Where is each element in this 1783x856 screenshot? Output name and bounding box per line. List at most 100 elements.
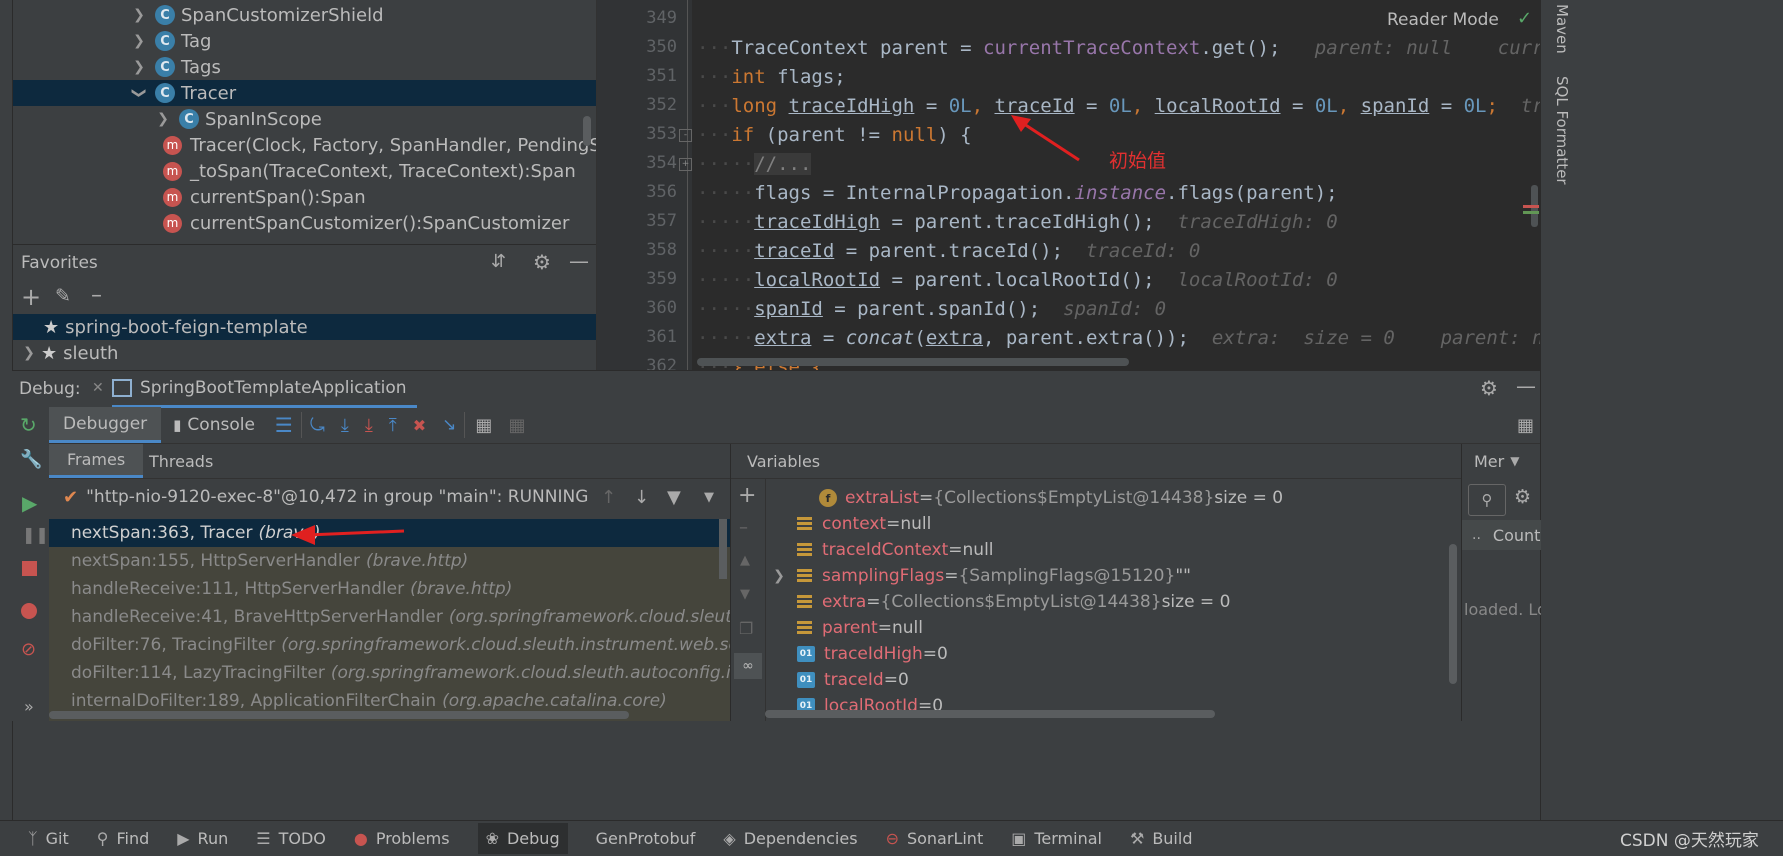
stop-icon[interactable]: [22, 561, 37, 576]
sql-formatter-tab[interactable]: SQL Formatter: [1553, 76, 1571, 185]
favorite-item[interactable]: ❯ ★ sleuth: [13, 340, 596, 366]
tool-dependencies[interactable]: ◈ Dependencies: [723, 829, 857, 848]
run-to-cursor-icon[interactable]: ↘: [434, 415, 464, 435]
evaluate-expression-icon[interactable]: ▦: [465, 415, 502, 436]
gear-icon[interactable]: ⚙: [1514, 486, 1531, 508]
variable-row[interactable]: context = null: [797, 511, 931, 537]
tree-item-currentspancustomizer[interactable]: m currentSpanCustomizer():SpanCustomizer: [13, 210, 596, 236]
frame-row[interactable]: nextSpan:155, HttpServerHandler (brave.ht…: [49, 547, 468, 575]
glasses-icon[interactable]: ∞: [734, 653, 762, 679]
variable-row[interactable]: 01 traceIdHigh = 0: [797, 641, 948, 667]
maven-tab[interactable]: Maven: [1553, 4, 1571, 54]
chevron-right-icon[interactable]: ❯: [131, 33, 147, 49]
reader-mode-button[interactable]: Reader Mode: [1387, 10, 1499, 30]
variable-row[interactable]: extra = {Collections$EmptyList@14438} si…: [797, 589, 1230, 615]
tool-git[interactable]: ᛉ Git: [28, 829, 69, 848]
tree-item-spancustomizershield[interactable]: ❯ C SpanCustomizerShield: [13, 2, 596, 28]
tool-find[interactable]: ⚲ Find: [97, 829, 150, 848]
chevron-right-icon[interactable]: ❯: [131, 59, 147, 75]
variables-scrollbar[interactable]: [1449, 544, 1457, 684]
collapse-all-icon[interactable]: ⇵: [491, 251, 506, 272]
add-watch-icon[interactable]: +: [738, 483, 756, 508]
variables-hscrollbar[interactable]: [765, 710, 1215, 718]
tool-problems[interactable]: ● Problems: [354, 829, 450, 848]
gear-icon[interactable]: ⚙: [1480, 376, 1498, 400]
variable-row[interactable]: parent = null: [797, 615, 923, 641]
tree-scrollbar[interactable]: [583, 116, 591, 146]
tree-item-tags[interactable]: ❯ C Tags: [13, 54, 596, 80]
minimize-icon[interactable]: —: [569, 249, 589, 273]
view-breakpoints-icon[interactable]: [21, 603, 37, 619]
move-down-icon[interactable]: ▼: [740, 587, 750, 602]
chevron-right-icon[interactable]: ❯: [771, 568, 787, 584]
tree-item-spaninscope[interactable]: ❯ C SpanInScope: [13, 106, 596, 132]
close-tab-icon[interactable]: ✕: [92, 380, 104, 396]
tab-console[interactable]: ▮ Console: [161, 415, 267, 435]
frame-row[interactable]: handleReceive:41, BraveHttpServerHandler…: [49, 603, 730, 631]
tool-run[interactable]: ▶ Run: [177, 829, 228, 848]
layout-icon[interactable]: ☰: [267, 413, 301, 437]
filter-icon[interactable]: ▼: [667, 487, 681, 508]
code-editor[interactable]: 349 350 351 352 353 354 356 357 358 359 …: [596, 0, 1541, 370]
tree-item-tag[interactable]: ❯ C Tag: [13, 28, 596, 54]
tree-item-tracer-constructor[interactable]: m Tracer(Clock, Factory, SpanHandler, Pe…: [13, 132, 596, 158]
tab-frames[interactable]: Frames: [49, 444, 144, 478]
arrow-up-icon[interactable]: ↑: [601, 487, 616, 508]
tree-item-currentspan[interactable]: m currentSpan():Span: [13, 184, 596, 210]
chevron-down-icon[interactable]: ❯: [131, 85, 147, 101]
chevron-right-icon[interactable]: ❯: [155, 111, 171, 127]
tab-threads[interactable]: Threads: [149, 444, 213, 478]
edit-icon[interactable]: ✎: [55, 285, 71, 307]
trace-icon[interactable]: ▦: [502, 415, 531, 436]
memory-search-box[interactable]: ⚲: [1468, 484, 1506, 516]
frames-hscrollbar[interactable]: [49, 711, 629, 719]
remove-icon[interactable]: –: [91, 283, 102, 308]
chevron-right-icon[interactable]: ❯: [21, 345, 37, 361]
chevron-down-icon[interactable]: ▼: [1510, 454, 1519, 468]
restore-layout-icon[interactable]: ▦: [1517, 415, 1534, 436]
frame-row[interactable]: handleReceive:111, HttpServerHandler (bra…: [49, 575, 512, 603]
chevron-down-icon[interactable]: ▼: [704, 490, 714, 505]
step-over-icon[interactable]: ⤿: [302, 415, 333, 436]
minimize-icon[interactable]: —: [1516, 374, 1536, 398]
settings-wrench-icon[interactable]: 🔧: [20, 449, 42, 470]
tool-terminal[interactable]: ▣ Terminal: [1011, 829, 1102, 848]
frame-row[interactable]: doFilter:76, TracingFilter (org.springfra…: [49, 631, 730, 659]
copy-icon[interactable]: ❐: [739, 619, 753, 638]
favorite-item[interactable]: ★ spring-boot-feign-template: [13, 314, 596, 340]
fold-icon[interactable]: -: [679, 129, 692, 142]
mute-breakpoints-icon[interactable]: ⊘: [21, 639, 36, 660]
pause-icon[interactable]: ❚❚: [22, 525, 49, 544]
tool-debug[interactable]: ❀ Debug: [477, 823, 568, 854]
more-icon[interactable]: »: [24, 697, 34, 716]
count-header[interactable]: .. Count: [1462, 520, 1541, 550]
drop-frame-icon[interactable]: ✖: [405, 416, 434, 435]
tool-build[interactable]: ⚒ Build: [1130, 829, 1193, 848]
gear-icon[interactable]: ⚙: [533, 250, 551, 274]
tool-sonarlint[interactable]: ⊖ SonarLint: [886, 829, 984, 848]
variable-row[interactable]: traceIdContext = null: [797, 537, 994, 563]
thread-selector[interactable]: ✔ "http-nio-9120-exec-8"@10,472 in group…: [49, 480, 730, 514]
step-into-icon[interactable]: ⤓: [333, 415, 357, 436]
variable-row[interactable]: ❯ samplingFlags = {SamplingFlags@15120} …: [771, 563, 1191, 589]
tool-todo[interactable]: ☰ TODO: [256, 829, 326, 848]
tool-genprotobuf[interactable]: GenProtobuf: [596, 829, 696, 848]
arrow-down-icon[interactable]: ↓: [634, 487, 649, 508]
move-up-icon[interactable]: ▲: [740, 553, 750, 568]
variable-row[interactable]: 01 traceId = 0: [797, 667, 909, 693]
add-icon[interactable]: +: [21, 283, 41, 311]
step-out-icon[interactable]: ⤒: [381, 415, 405, 436]
tab-debugger[interactable]: Debugger: [49, 407, 162, 443]
tab-memory[interactable]: Mer ▼: [1462, 444, 1541, 478]
tree-item-tracer[interactable]: ❯ C Tracer: [13, 80, 596, 106]
remove-watch-icon[interactable]: –: [739, 517, 748, 538]
resume-icon[interactable]: ▶: [22, 491, 37, 515]
rerun-icon[interactable]: ↻: [20, 413, 37, 437]
horizontal-scrollbar[interactable]: [697, 358, 1129, 366]
variable-row[interactable]: f extraList = {Collections$EmptyList@144…: [819, 485, 1283, 511]
force-step-into-icon[interactable]: ⤓: [357, 415, 381, 436]
frames-scrollbar[interactable]: [719, 519, 727, 579]
frame-row[interactable]: doFilter:114, LazyTracingFilter (org.spri…: [49, 659, 730, 687]
fold-icon[interactable]: +: [679, 158, 692, 171]
chevron-right-icon[interactable]: ❯: [131, 7, 147, 23]
